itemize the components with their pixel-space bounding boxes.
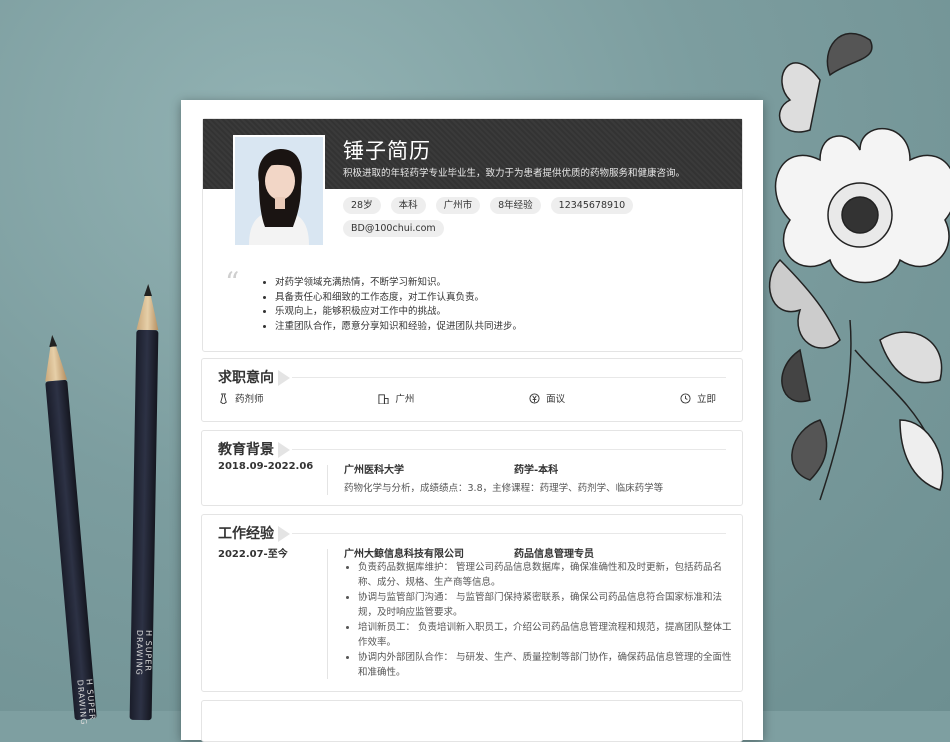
education-degree: 药学-本科 (514, 465, 559, 476)
intro-item: 具备责任心和细致的工作态度，对工作认真负责。 (275, 291, 522, 306)
next-section-stub (201, 700, 743, 742)
tag-city: 广州市 (435, 197, 481, 214)
intent-salary: 面议 (529, 391, 565, 405)
quote-mark-icon: “ (225, 266, 240, 299)
duty-item: 培训新员工： 负责培训新入职员工，介绍公司药品信息管理流程和规范，提高团队整体工… (358, 621, 736, 650)
intent-position: 药剂师 (218, 391, 264, 405)
tag-education: 本科 (390, 197, 426, 214)
work-date: 2022.07-至今 (218, 549, 288, 560)
education-desc: 药物化学与分析，成绩绩点：3.8，主修课程：药理学、药剂学、临床药学等 (344, 483, 664, 494)
intent-position-text: 药剂师 (235, 394, 264, 405)
profile-card: 锤子简历 积极进取的年轻药学专业毕业生，致力于为患者提供优质的药物服务和健康咨询… (202, 118, 743, 352)
intro-item: 乐观向上，能够积极应对工作中的挑战。 (275, 305, 522, 320)
job-intent-section: 求职意向 药剂师 广州 面议 立即 (201, 358, 743, 422)
education-date: 2018.09-2022.06 (218, 461, 314, 472)
intent-availability: 立即 (680, 391, 716, 405)
section-title: 教育背景 (218, 439, 290, 459)
resume-name: 锤子简历 (343, 139, 431, 163)
work-section: 工作经验 2022.07-至今 广州大鲸信息科技有限公司 药品信息管理专员 负责… (201, 514, 743, 692)
work-duties-list: 负责药品数据库维护： 管理公司药品信息数据库，确保准确性和及时更新，包括药品名称… (344, 561, 736, 681)
work-role: 药品信息管理专员 (514, 549, 594, 560)
pencil-brand-text: H SUPER DRAWING (134, 629, 154, 676)
intent-city: 广州 (378, 391, 414, 405)
tie-icon (220, 392, 227, 404)
self-intro-list: 对药学领域充满热情，不断学习新知识。 具备责任心和细致的工作态度，对工作认真负责… (263, 276, 522, 334)
pencil-brand-text: H SUPER DRAWING (75, 678, 97, 726)
clock-icon (680, 392, 691, 404)
flower-illustration (768, 32, 950, 501)
tag-age: 28岁 (343, 197, 381, 214)
tag-experience: 8年经验 (490, 197, 541, 214)
section-title: 工作经验 (218, 523, 290, 543)
intro-item: 注重团队合作，愿意分享知识和经验，促进团队共同进步。 (275, 320, 522, 335)
work-company: 广州大鲸信息科技有限公司 (344, 549, 464, 560)
building-icon (378, 393, 389, 404)
yen-icon (529, 392, 540, 404)
education-section: 教育背景 2018.09-2022.06 广州医科大学 药学-本科 药物化学与分… (201, 430, 743, 506)
tag-email: BD@100chui.com (343, 220, 444, 237)
tag-phone: 12345678910 (550, 197, 634, 214)
duty-item: 负责药品数据库维护： 管理公司药品信息数据库，确保准确性和及时更新，包括药品名称… (358, 561, 736, 590)
resume-tagline: 积极进取的年轻药学专业毕业生，致力于为患者提供优质的药物服务和健康咨询。 (343, 168, 686, 179)
profile-tags: 28岁 本科 广州市 8年经验 12345678910 BD@100chui.c… (343, 197, 703, 237)
intent-city-text: 广州 (395, 394, 415, 405)
intent-availability-text: 立即 (696, 394, 716, 405)
resume-paper: 锤子简历 积极进取的年轻药学专业毕业生，致力于为患者提供优质的药物服务和健康咨询… (181, 100, 763, 742)
duty-item: 协调与监管部门沟通： 与监管部门保持紧密联系，确保公司药品信息符合国家标准和法规… (358, 591, 736, 620)
education-school: 广州医科大学 (344, 465, 404, 476)
profile-photo (233, 135, 325, 247)
section-title: 求职意向 (218, 367, 290, 387)
intent-salary-text: 面议 (546, 394, 566, 405)
duty-item: 协调内外部团队合作： 与研发、生产、质量控制等部门协作，确保药品信息管理的全面性… (358, 651, 736, 680)
intro-item: 对药学领域充满热情，不断学习新知识。 (275, 276, 522, 291)
